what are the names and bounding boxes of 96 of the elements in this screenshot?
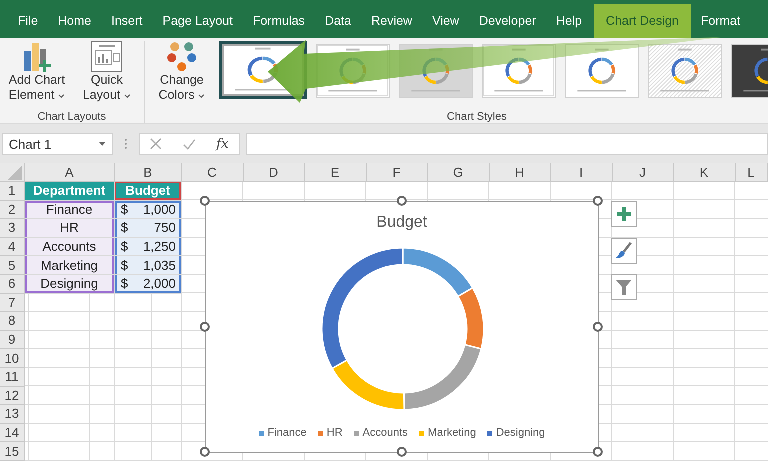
- column-header[interactable]: D: [244, 163, 305, 182]
- legend-swatch: [258, 430, 264, 436]
- currency-symbol: $: [121, 239, 128, 254]
- column-header[interactable]: I: [551, 163, 612, 182]
- legend-label: Marketing: [428, 427, 476, 439]
- currency-symbol: $: [121, 258, 128, 273]
- table-cell: Accounts: [25, 238, 115, 256]
- resize-handle[interactable]: [593, 447, 603, 457]
- group-label: Chart Styles: [447, 111, 507, 123]
- cell-value: 2,000: [143, 276, 176, 292]
- resize-handle[interactable]: [200, 322, 210, 332]
- currency-symbol: $: [121, 202, 128, 217]
- column-header[interactable]: C: [182, 163, 244, 182]
- cancel-icon[interactable]: [150, 138, 162, 150]
- filter-icon: [615, 278, 633, 296]
- row-header[interactable]: 12: [0, 386, 25, 406]
- row-header[interactable]: 5: [0, 256, 25, 275]
- table-cell: Designing: [25, 274, 115, 294]
- dropdown-icon: [99, 142, 106, 146]
- ribbon-button[interactable]: Change Colors: [149, 41, 215, 103]
- ribbon-tab[interactable]: Home: [48, 4, 102, 38]
- row-header[interactable]: 2: [0, 200, 25, 220]
- cell-value: 1,000: [143, 202, 176, 217]
- resize-handle[interactable]: [200, 196, 210, 206]
- ribbon-tab[interactable]: Formulas: [242, 4, 316, 38]
- ribbon-tab[interactable]: Chart Design: [594, 4, 691, 38]
- formula-input[interactable]: [246, 133, 768, 155]
- resize-handle[interactable]: [200, 447, 210, 457]
- caret-icon: [124, 94, 131, 99]
- cell-value: 1,035: [143, 258, 176, 273]
- row-header[interactable]: 11: [0, 368, 25, 387]
- legend-swatch: [318, 430, 323, 436]
- legend-swatch: [419, 430, 424, 436]
- legend-label: Accounts: [362, 427, 408, 439]
- legend-swatch: [354, 430, 359, 436]
- column-header[interactable]: G: [428, 163, 490, 182]
- ribbon-tab[interactable]: Insert: [102, 4, 153, 38]
- table-cell: Marketing: [25, 256, 115, 275]
- row-header[interactable]: 7: [0, 294, 25, 312]
- chart-area[interactable]: Budget Finance HR Accounts Marketing Designing: [205, 201, 599, 453]
- layout-icon: [90, 41, 124, 73]
- cell-value: 1,250: [143, 239, 176, 254]
- resize-handle[interactable]: [396, 196, 406, 206]
- caret-icon: [58, 94, 66, 99]
- color-dots-icon: [165, 41, 199, 73]
- legend-swatch: [487, 430, 492, 436]
- chart-title: Budget: [376, 214, 428, 232]
- header-cell: Department: [25, 182, 115, 201]
- ribbon-tab[interactable]: Help: [546, 4, 592, 38]
- legend-label: HR: [326, 427, 343, 439]
- resize-handle[interactable]: [593, 196, 603, 206]
- row-header[interactable]: 14: [0, 424, 25, 442]
- row-header[interactable]: 9: [0, 330, 25, 350]
- ribbon-tab[interactable]: Data: [315, 4, 362, 38]
- ribbon-tab[interactable]: Developer: [469, 4, 546, 38]
- column-header[interactable]: L: [736, 163, 768, 182]
- group-label: Chart Layouts: [38, 111, 106, 123]
- caret-icon: [198, 94, 206, 99]
- brush-icon: [615, 242, 633, 260]
- row-header[interactable]: 6: [0, 274, 25, 294]
- ribbon-tab[interactable]: File: [8, 4, 48, 38]
- ribbon-tab[interactable]: Review: [361, 4, 422, 38]
- column-header[interactable]: F: [366, 163, 428, 182]
- column-header[interactable]: E: [305, 163, 366, 182]
- column-header[interactable]: J: [612, 163, 674, 182]
- row-header[interactable]: 10: [0, 349, 25, 368]
- name-box[interactable]: Chart 1: [2, 133, 113, 155]
- ribbon-button[interactable]: Add Chart Element: [4, 41, 70, 103]
- row-header[interactable]: 3: [0, 219, 25, 238]
- row-header[interactable]: 15: [0, 442, 25, 461]
- chart-filter-button[interactable]: [611, 274, 637, 300]
- row-header[interactable]: 8: [0, 312, 25, 331]
- column-header[interactable]: A: [25, 163, 115, 182]
- table-cell: HR: [25, 219, 115, 238]
- ribbon-tab[interactable]: Format: [691, 4, 751, 38]
- legend-label: Finance: [268, 427, 307, 439]
- row-header[interactable]: 4: [0, 238, 25, 256]
- header-cell: Budget: [115, 182, 182, 201]
- row-header[interactable]: 13: [0, 405, 25, 424]
- row-header[interactable]: 1: [0, 182, 25, 201]
- insert-function-button[interactable]: fx: [216, 136, 229, 152]
- column-header[interactable]: H: [490, 163, 551, 182]
- legend-label: Designing: [496, 427, 546, 439]
- ribbon-tab[interactable]: Page Layout: [152, 4, 243, 38]
- table-cell: Finance: [25, 200, 115, 220]
- currency-symbol: $: [121, 220, 128, 236]
- chart-styles-button[interactable]: [611, 238, 637, 264]
- check-icon[interactable]: [182, 138, 196, 150]
- chart-elements-button[interactable]: [611, 201, 637, 227]
- column-header[interactable]: B: [115, 163, 182, 182]
- plus-icon: [615, 205, 633, 223]
- currency-symbol: $: [121, 276, 128, 292]
- cell-value: 750: [154, 220, 176, 236]
- ribbon-button[interactable]: Quick Layout: [74, 41, 140, 103]
- ribbon-tab[interactable]: View: [422, 4, 470, 38]
- column-header[interactable]: K: [674, 163, 736, 182]
